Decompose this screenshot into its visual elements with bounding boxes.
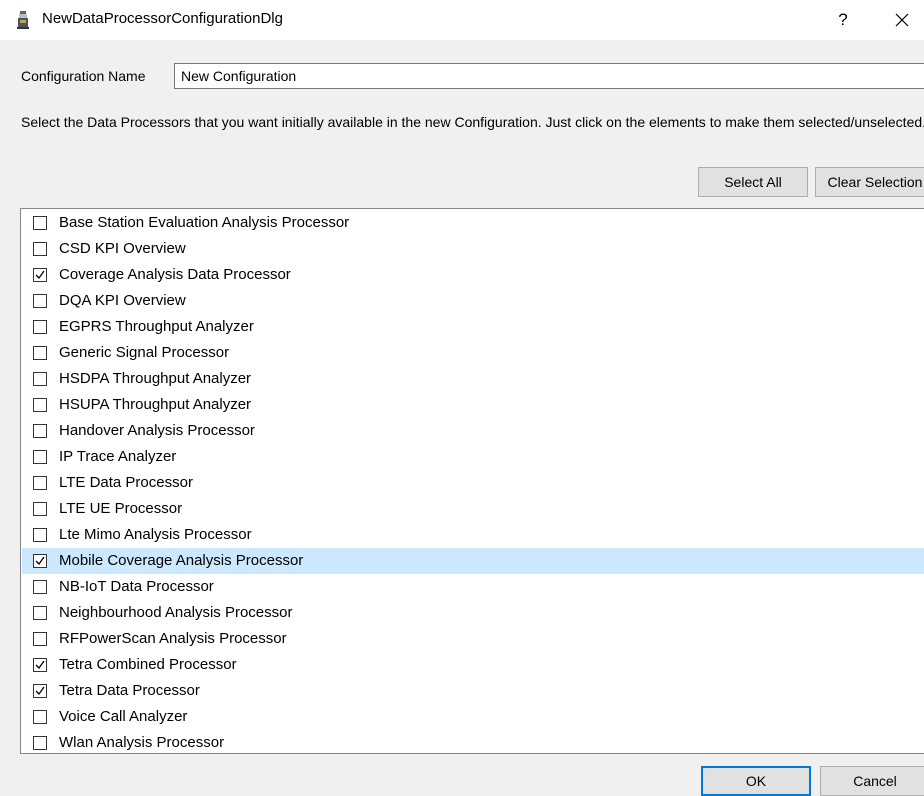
processor-label: HSUPA Throughput Analyzer — [59, 396, 252, 413]
close-button[interactable] — [880, 4, 924, 36]
checkbox-unchecked[interactable] — [33, 502, 47, 516]
checkbox-unchecked[interactable] — [33, 450, 47, 464]
checkbox-checked[interactable] — [33, 684, 47, 698]
checkbox-checked[interactable] — [33, 658, 47, 672]
processor-item[interactable]: RFPowerScan Analysis Processor — [22, 626, 924, 652]
processor-item[interactable]: HSUPA Throughput Analyzer — [22, 392, 924, 418]
checkbox-unchecked[interactable] — [33, 398, 47, 412]
checkmark-icon — [35, 270, 45, 280]
processor-item[interactable]: Coverage Analysis Data Processor — [22, 262, 924, 288]
processor-item[interactable]: EGPRS Throughput Analyzer — [22, 314, 924, 340]
processor-label: RFPowerScan Analysis Processor — [59, 630, 287, 647]
instructions-text: Select the Data Processors that you want… — [21, 114, 924, 130]
configuration-name-input[interactable] — [174, 63, 924, 89]
processor-item[interactable]: Base Station Evaluation Analysis Process… — [22, 210, 924, 236]
processor-label: DQA KPI Overview — [59, 292, 186, 309]
checkbox-checked[interactable] — [33, 268, 47, 282]
ok-button[interactable]: OK — [701, 766, 811, 796]
processor-label: HSDPA Throughput Analyzer — [59, 370, 252, 387]
checkmark-icon — [35, 660, 45, 670]
processor-label: EGPRS Throughput Analyzer — [59, 318, 254, 335]
cancel-button[interactable]: Cancel — [820, 766, 924, 796]
processor-item[interactable]: Wlan Analysis Processor — [22, 730, 924, 756]
processor-item[interactable]: Lte Mimo Analysis Processor — [22, 522, 924, 548]
checkbox-unchecked[interactable] — [33, 632, 47, 646]
processor-item[interactable]: Neighbourhood Analysis Processor — [22, 600, 924, 626]
checkmark-icon — [35, 556, 45, 566]
processor-label: NB-IoT Data Processor — [59, 578, 214, 595]
processor-label: Tetra Combined Processor — [59, 656, 237, 673]
checkbox-unchecked[interactable] — [33, 242, 47, 256]
checkbox-unchecked[interactable] — [33, 346, 47, 360]
window-title: NewDataProcessorConfigurationDlg — [42, 10, 283, 27]
processor-label: LTE Data Processor — [59, 474, 193, 491]
processor-item[interactable]: DQA KPI Overview — [22, 288, 924, 314]
processor-item[interactable]: NB-IoT Data Processor — [22, 574, 924, 600]
processor-list[interactable]: Base Station Evaluation Analysis Process… — [20, 208, 924, 754]
processor-label: Generic Signal Processor — [59, 344, 230, 361]
processor-item[interactable]: IP Trace Analyzer — [22, 444, 924, 470]
processor-item[interactable]: Voice Call Analyzer — [22, 704, 924, 730]
help-button[interactable]: ? — [828, 6, 858, 34]
processor-label: Neighbourhood Analysis Processor — [59, 604, 293, 621]
processor-item[interactable]: LTE Data Processor — [22, 470, 924, 496]
processor-label: Voice Call Analyzer — [59, 708, 188, 725]
processor-label: LTE UE Processor — [59, 500, 183, 517]
processor-label: Coverage Analysis Data Processor — [59, 266, 291, 283]
checkbox-unchecked[interactable] — [33, 528, 47, 542]
close-icon — [895, 13, 909, 27]
title-bar: NewDataProcessorConfigurationDlg ? — [0, 0, 924, 40]
processor-item[interactable]: Handover Analysis Processor — [22, 418, 924, 444]
processor-item[interactable]: Mobile Coverage Analysis Processor — [22, 548, 924, 574]
processor-label: IP Trace Analyzer — [59, 448, 177, 465]
checkbox-unchecked[interactable] — [33, 710, 47, 724]
configuration-name-label: Configuration Name — [21, 68, 146, 84]
checkbox-checked[interactable] — [33, 554, 47, 568]
processor-label: Handover Analysis Processor — [59, 422, 255, 439]
checkbox-unchecked[interactable] — [33, 372, 47, 386]
checkbox-unchecked[interactable] — [33, 320, 47, 334]
processor-item[interactable]: Tetra Data Processor — [22, 678, 924, 704]
checkbox-unchecked[interactable] — [33, 606, 47, 620]
clear-selection-button[interactable]: Clear Selection — [815, 167, 924, 197]
processor-label: CSD KPI Overview — [59, 240, 186, 257]
processor-item[interactable]: Tetra Combined Processor — [22, 652, 924, 678]
processor-item[interactable]: CSD KPI Overview — [22, 236, 924, 262]
processor-label: Tetra Data Processor — [59, 682, 200, 699]
processor-label: Mobile Coverage Analysis Processor — [59, 552, 304, 569]
processor-label: Wlan Analysis Processor — [59, 734, 225, 751]
processor-item[interactable]: HSDPA Throughput Analyzer — [22, 366, 924, 392]
processor-label: Lte Mimo Analysis Processor — [59, 526, 252, 543]
processor-label: Base Station Evaluation Analysis Process… — [59, 214, 350, 231]
checkbox-unchecked[interactable] — [33, 216, 47, 230]
checkbox-unchecked[interactable] — [33, 294, 47, 308]
select-all-button[interactable]: Select All — [698, 167, 808, 197]
checkbox-unchecked[interactable] — [33, 736, 47, 750]
processor-item[interactable]: Generic Signal Processor — [22, 340, 924, 366]
checkmark-icon — [35, 686, 45, 696]
checkbox-unchecked[interactable] — [33, 424, 47, 438]
app-icon — [13, 10, 33, 30]
processor-item[interactable]: LTE UE Processor — [22, 496, 924, 522]
checkbox-unchecked[interactable] — [33, 476, 47, 490]
checkbox-unchecked[interactable] — [33, 580, 47, 594]
